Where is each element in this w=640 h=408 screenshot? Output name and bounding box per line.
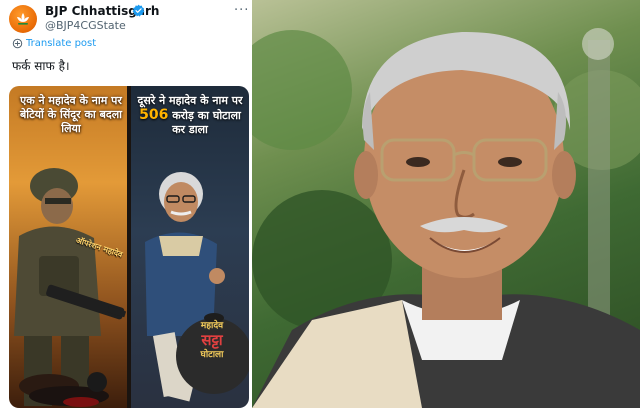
right-caption-lead: दूसरे ने महादेव के नाम पर bbox=[137, 94, 243, 107]
caricature-illustration bbox=[145, 172, 249, 402]
account-handle[interactable]: @BJP4CGState bbox=[45, 19, 126, 32]
post-image[interactable]: एक ने महादेव के नाम पर बेटियों के सिंदूर… bbox=[9, 86, 249, 408]
post-text: फर्क साफ है। bbox=[12, 59, 70, 73]
account-avatar[interactable] bbox=[9, 5, 37, 33]
soldier-illustration bbox=[14, 168, 127, 407]
post-card: BJP Chhattisgarh @BJP4CGState ··· Transl… bbox=[0, 0, 252, 408]
portrait-photo bbox=[252, 0, 640, 408]
bag-line-3: घोटाला bbox=[200, 350, 224, 360]
lotus-logo-icon bbox=[17, 13, 29, 25]
translate-post-link[interactable]: Translate post bbox=[12, 38, 96, 49]
right-caption-tail: करोड़ का घोटाला कर डाला bbox=[172, 109, 241, 136]
money-bag-label: महादेव सट्टा घोटाला bbox=[177, 320, 247, 361]
portrait-illustration bbox=[252, 28, 640, 408]
more-icon[interactable]: ··· bbox=[234, 3, 249, 18]
right-caption-number: 506 bbox=[139, 107, 169, 123]
bag-line-2: सट्टा bbox=[201, 331, 223, 349]
translate-post-label: Translate post bbox=[26, 38, 97, 49]
verified-badge-icon bbox=[132, 4, 145, 17]
right-caption: दूसरे ने महादेव के नाम पर 506 करोड़ का घ… bbox=[135, 94, 245, 137]
translate-icon bbox=[12, 38, 23, 49]
left-caption: एक ने महादेव के नाम पर बेटियों के सिंदूर… bbox=[19, 94, 123, 135]
